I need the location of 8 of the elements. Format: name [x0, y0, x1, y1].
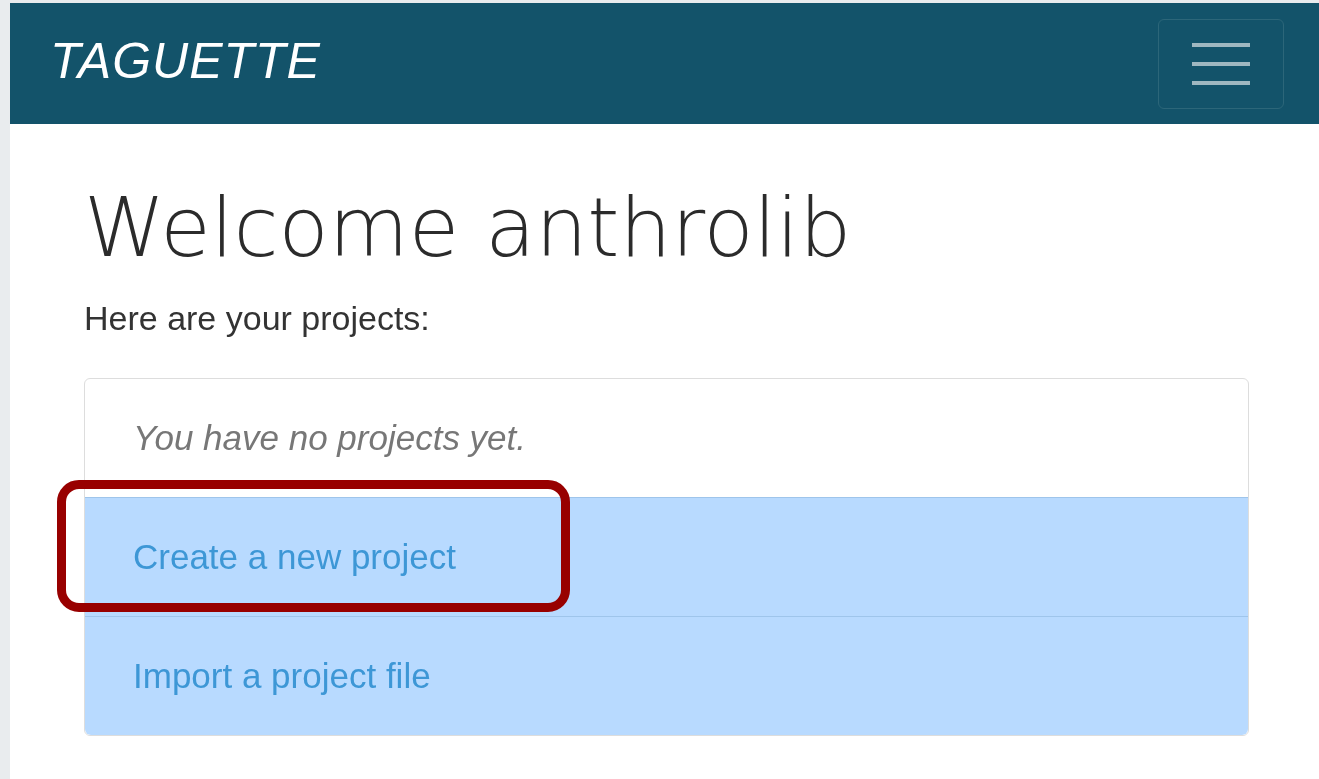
menu-icon: [1192, 42, 1250, 85]
empty-message: You have no projects yet.: [132, 417, 528, 460]
page-heading: Welcome anthrolib: [84, 179, 853, 277]
brand-logo[interactable]: TAGUETTE: [50, 32, 321, 90]
project-action-link[interactable]: Create a new project: [85, 497, 1248, 617]
menu-button[interactable]: [1158, 18, 1284, 109]
project-action-link[interactable]: Import a project file: [85, 616, 1248, 736]
intro-text: Here are your projects:: [84, 299, 431, 339]
